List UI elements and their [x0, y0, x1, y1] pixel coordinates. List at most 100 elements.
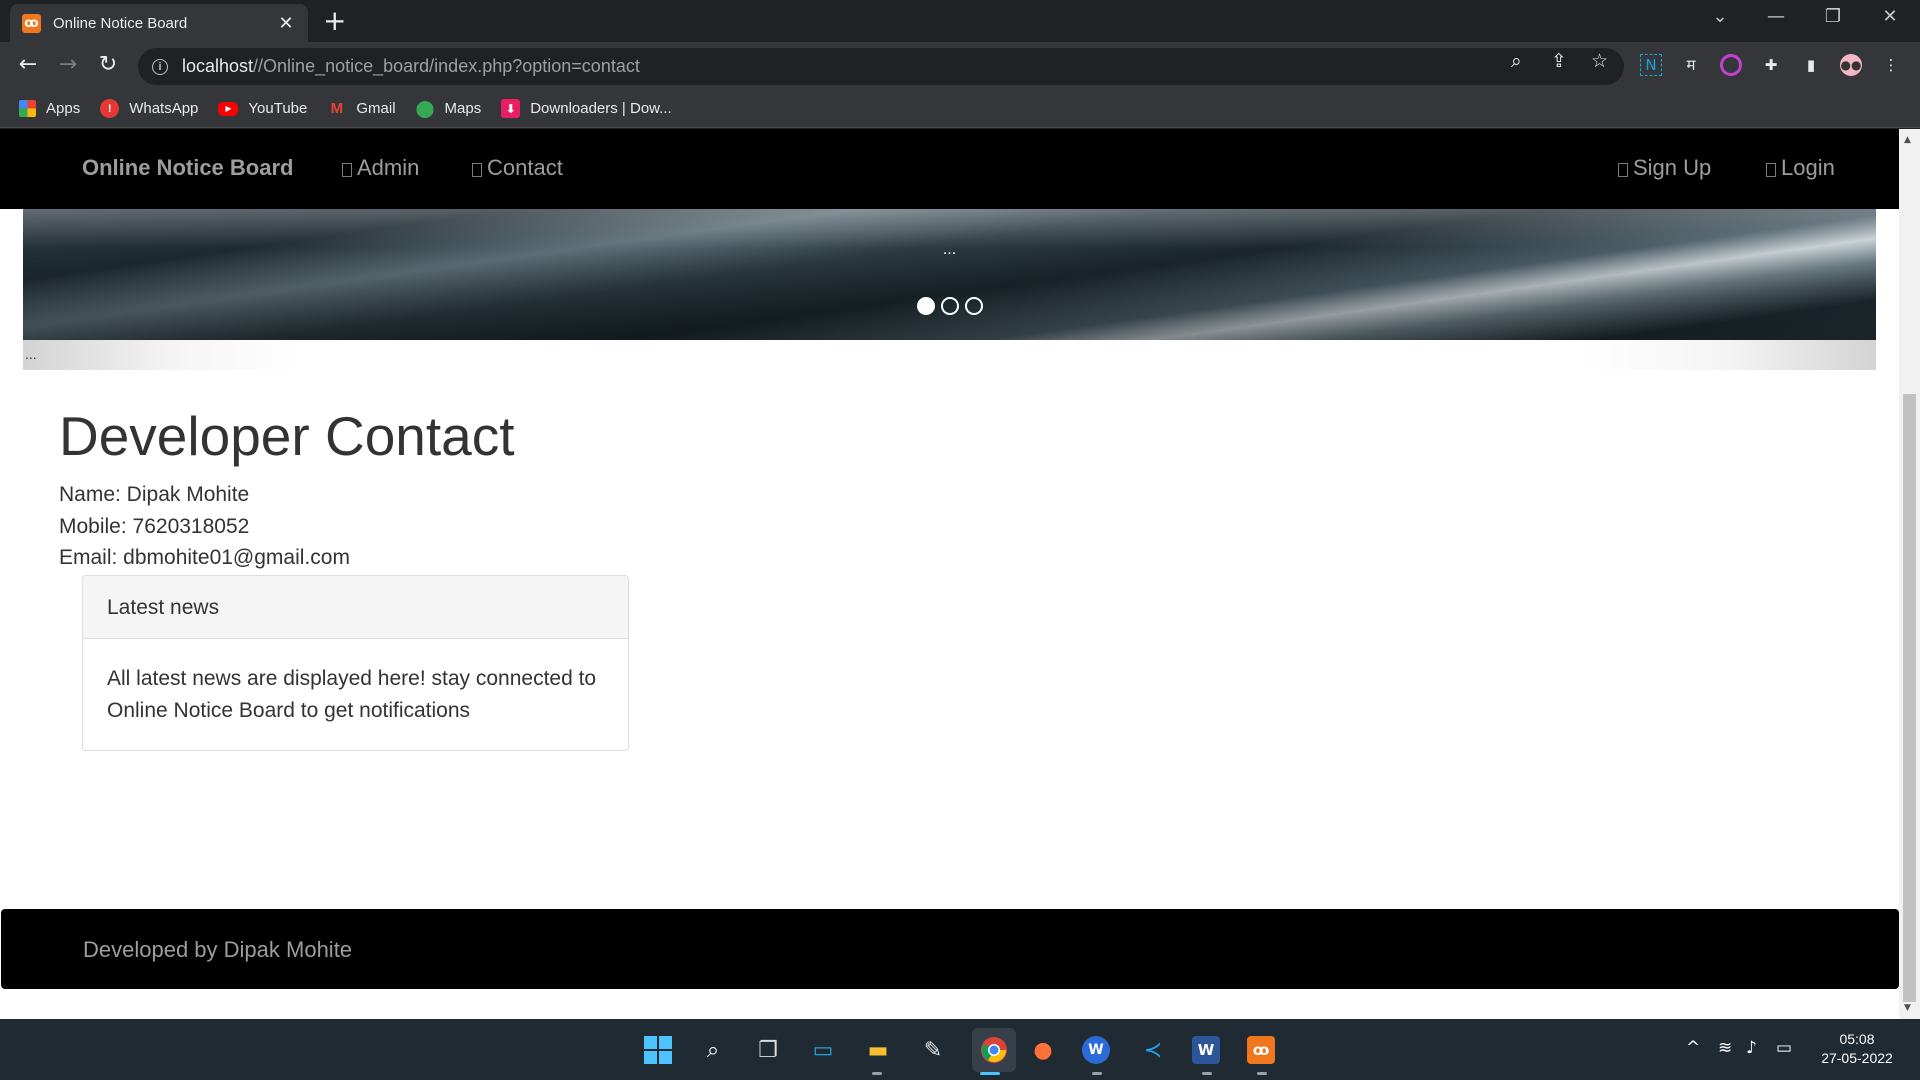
contact-email: Email: dbmohite01@gmail.com	[59, 546, 350, 569]
user-icon	[342, 163, 352, 177]
phone-icon	[472, 163, 482, 177]
desktop-icon[interactable]: ▭	[807, 1034, 839, 1066]
nav-label: Admin	[357, 155, 420, 180]
extension-n-icon[interactable]: N	[1640, 54, 1662, 76]
minimize-button[interactable]: —	[1756, 6, 1796, 27]
close-tab-icon[interactable]: ✕	[276, 13, 296, 34]
bookmark-label: Maps	[444, 100, 482, 117]
browser-tab-strip: ꝏ Online Notice Board ✕ + ⌄ — ❐ ✕	[0, 0, 1920, 42]
wordpad-icon[interactable]: W	[1082, 1036, 1110, 1064]
battery-icon[interactable]: ▭	[1776, 1038, 1792, 1058]
site-footer: Developed by Dipak Mohite	[1, 909, 1899, 989]
url-host: localhost	[182, 56, 254, 76]
nav-contact-link[interactable]: Contact	[472, 155, 563, 181]
address-bar[interactable]: i localhost//Online_notice_board/index.p…	[138, 48, 1624, 85]
nav-admin-link[interactable]: Admin	[342, 155, 419, 181]
gmail-icon: M	[330, 100, 344, 117]
back-arrow-icon[interactable]: ←	[14, 52, 42, 77]
site-brand[interactable]: Online Notice Board	[82, 155, 293, 181]
news-panel-body: All latest news are displayed here! stay…	[107, 667, 597, 722]
bookmark-whatsapp[interactable]: ! WhatsApp	[100, 99, 198, 118]
app-running-indicator	[872, 1072, 882, 1075]
login-icon	[1766, 163, 1776, 177]
bookmark-downloaders[interactable]: ⬇ Downloaders | Dow...	[501, 99, 672, 118]
carousel-dot-2[interactable]	[940, 297, 959, 315]
news-panel-title: Latest news	[83, 576, 628, 639]
carousel-caption: ...	[942, 241, 957, 258]
maps-icon: ⬤	[415, 98, 435, 118]
site-navbar: Online Notice Board Admin Contact Sign U…	[0, 129, 1899, 209]
file-explorer-icon[interactable]: ▬	[862, 1034, 894, 1066]
word-icon[interactable]: W	[1192, 1036, 1220, 1064]
notepad-icon[interactable]: ✎	[917, 1034, 949, 1066]
download-icon: ⬇	[501, 99, 521, 118]
nav-label: Login	[1781, 155, 1835, 180]
bookmark-youtube[interactable]: ▶ YouTube	[218, 100, 307, 117]
nav-signup-link[interactable]: Sign Up	[1618, 155, 1711, 181]
wifi-icon[interactable]: ≋	[1718, 1038, 1732, 1058]
vscode-icon[interactable]: ≺	[1137, 1034, 1169, 1066]
windows-taskbar: ⌕ ❐ ▭ ▬ ✎ ● W ≺ W ꝏ ^ ≋ ♪ ▭ 05:08 27-05-…	[0, 1019, 1920, 1080]
clock-time: 05:08	[1839, 1031, 1875, 1047]
bookmarks-bar: Apps ! WhatsApp ▶ YouTube M Gmail ⬤ Maps…	[0, 90, 1920, 128]
whatsapp-icon: !	[100, 99, 120, 118]
app-active-indicator	[980, 1072, 1000, 1075]
task-view-icon[interactable]: ❐	[752, 1034, 784, 1066]
nav-login-link[interactable]: Login	[1766, 155, 1835, 181]
bookmark-gmail[interactable]: M Gmail	[327, 99, 396, 118]
bookmark-apps[interactable]: Apps	[19, 100, 80, 117]
browser-tab[interactable]: ꝏ Online Notice Board ✕	[10, 4, 308, 42]
forward-arrow-icon[interactable]: →	[54, 52, 82, 77]
carousel-dot-1[interactable]	[916, 297, 935, 315]
windows-start-icon[interactable]	[642, 1034, 674, 1066]
tab-title: Online Notice Board	[53, 14, 188, 32]
url-path: //Online_notice_board/index.php?option=c…	[253, 56, 640, 76]
marquee-text: ...	[25, 346, 37, 362]
clock-date: 27-05-2022	[1821, 1050, 1893, 1066]
restore-button[interactable]: ❐	[1813, 6, 1853, 27]
profile-avatar-icon[interactable]: ●●	[1840, 54, 1862, 76]
site-info-icon[interactable]: i	[152, 58, 168, 75]
carousel-image	[23, 209, 1876, 340]
user-plus-icon	[1618, 163, 1628, 177]
marquee-bar: ...	[23, 340, 1876, 370]
scroll-down-icon[interactable]: ▼	[1904, 1003, 1911, 1013]
scrollbar-thumb[interactable]	[1903, 394, 1916, 1002]
reload-icon[interactable]: ↻	[94, 52, 122, 77]
extension-hindi-icon[interactable]: म	[1680, 54, 1702, 76]
nav-label: Contact	[487, 155, 563, 180]
carousel-dot-3[interactable]	[964, 297, 983, 315]
side-panel-icon[interactable]: ▮	[1800, 54, 1822, 76]
nav-label: Sign Up	[1633, 155, 1712, 180]
page-viewport: Online Notice Board Admin Contact Sign U…	[0, 129, 1920, 1019]
bookmark-label: YouTube	[248, 100, 308, 117]
page-scrollbar[interactable]: ▲ ▼	[1899, 129, 1920, 1019]
app-running-indicator	[1092, 1072, 1102, 1075]
extension-color-icon[interactable]	[1720, 54, 1742, 76]
menu-kebab-icon[interactable]: ⋮	[1880, 54, 1902, 76]
page-title: Developer Contact	[59, 405, 515, 467]
firefox-icon[interactable]: ●	[1027, 1034, 1059, 1066]
bookmark-label: Apps	[46, 100, 81, 117]
show-hidden-icons-chevron-icon[interactable]: ^	[1686, 1038, 1700, 1058]
search-icon[interactable]: ⌕	[697, 1034, 729, 1066]
app-running-indicator	[1202, 1072, 1212, 1075]
bookmark-label: Gmail	[356, 100, 396, 117]
zoom-icon[interactable]: ⌕	[1511, 50, 1522, 72]
extensions-puzzle-icon[interactable]: ✚	[1760, 54, 1782, 76]
chrome-icon[interactable]	[972, 1028, 1016, 1072]
footer-text: Developed by Dipak Mohite	[83, 937, 353, 962]
xampp-icon[interactable]: ꝏ	[1247, 1036, 1275, 1064]
tab-search-icon[interactable]: ⌄	[1700, 6, 1740, 27]
bookmark-maps[interactable]: ⬤ Maps	[416, 99, 482, 118]
system-clock[interactable]: 05:08 27-05-2022	[1812, 1030, 1902, 1068]
image-carousel[interactable]: ...	[23, 209, 1876, 340]
share-icon[interactable]: ⇪	[1551, 50, 1567, 72]
youtube-icon: ▶	[218, 101, 239, 116]
new-tab-button[interactable]: +	[323, 7, 346, 35]
close-window-button[interactable]: ✕	[1870, 6, 1910, 27]
scroll-up-icon[interactable]: ▲	[1904, 135, 1911, 145]
volume-icon[interactable]: ♪	[1746, 1038, 1757, 1058]
xampp-icon: ꝏ	[22, 13, 41, 33]
bookmark-star-icon[interactable]: ☆	[1591, 50, 1608, 72]
